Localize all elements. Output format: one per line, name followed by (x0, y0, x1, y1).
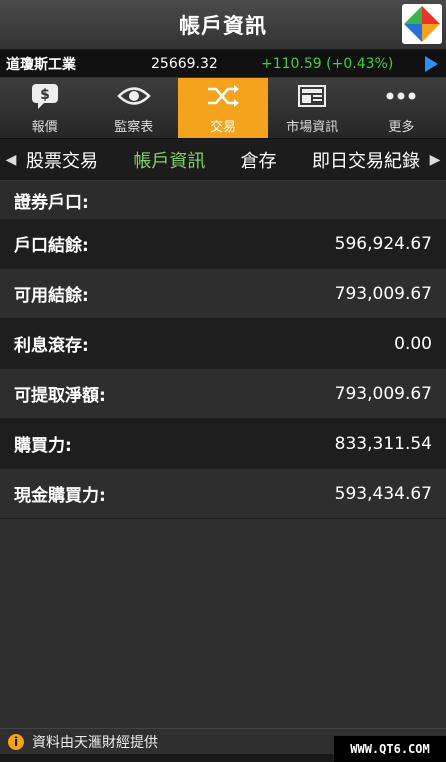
footer-text: 資料由天滙財經提供 (32, 734, 158, 751)
play-icon[interactable] (425, 55, 438, 72)
account-summary-list: 戶口結餘: 596,924.67 可用結餘: 793,009.67 利息滾存: … (0, 219, 446, 519)
row-available-balance: 可用結餘: 793,009.67 (0, 269, 446, 319)
row-buying-power: 購買力: 833,311.54 (0, 419, 446, 469)
tab-market-info-label: 市場資訊 (286, 120, 339, 135)
tab-trade[interactable]: 交易 (178, 78, 268, 138)
row-value: 833,311.54 (334, 433, 432, 454)
ticker-price: 25669.32 (151, 55, 218, 72)
row-accrued-interest: 利息滾存: 0.00 (0, 319, 446, 369)
tab-market-info[interactable]: 市場資訊 (268, 78, 357, 138)
row-label: 可提取淨額: (14, 386, 106, 406)
eye-icon (117, 81, 151, 111)
subnav-item-account-info[interactable]: 帳戶資訊 (133, 147, 205, 173)
watermark: WWW.QT6.COM (334, 736, 446, 762)
row-label: 戶口結餘: (14, 236, 89, 256)
index-ticker[interactable]: 道瓊斯工業 25669.32 +110.59 (+0.43%) (0, 50, 446, 78)
sub-navigation: ◀ 股票交易 帳戶資訊 倉存 即日交易紀錄 ▶ (0, 139, 446, 181)
row-withdrawable-net: 可提取淨額: 793,009.67 (0, 369, 446, 419)
tab-watchlist[interactable]: 監察表 (89, 78, 178, 138)
row-label: 購買力: (14, 436, 72, 456)
tab-trade-label: 交易 (210, 120, 237, 135)
quote-icon: $ (30, 81, 60, 111)
tab-more[interactable]: 更多 (357, 78, 446, 138)
brand-logo-icon[interactable] (402, 4, 442, 44)
row-account-balance: 戶口結餘: 596,924.67 (0, 219, 446, 269)
content-empty-area (0, 519, 446, 728)
row-value: 793,009.67 (334, 383, 432, 404)
tab-quote-label: 報價 (31, 120, 58, 135)
info-icon: i (8, 733, 24, 750)
scroll-right-icon[interactable]: ▶ (424, 152, 446, 168)
page-title: 帳戶資訊 (179, 13, 267, 38)
tab-quote[interactable]: $ 報價 (0, 78, 89, 138)
subnav-item-holdings[interactable]: 倉存 (241, 147, 277, 173)
row-value: 793,009.67 (334, 283, 432, 304)
row-value: 593,434.67 (334, 483, 432, 504)
row-value: 0.00 (394, 333, 432, 354)
ticker-change: +110.59 (+0.43%) (261, 55, 394, 72)
row-cash-buying-power: 現金購買力: 593,434.67 (0, 469, 446, 519)
title-bar: 帳戶資訊 (0, 0, 446, 50)
row-label: 可用結餘: (14, 286, 89, 306)
ticker-name: 道瓊斯工業 (6, 56, 76, 73)
shuffle-icon (206, 81, 240, 111)
row-label: 現金購買力: (14, 486, 106, 506)
tab-more-label: 更多 (388, 120, 415, 135)
subnav-item-intraday-records[interactable]: 即日交易紀錄 (312, 147, 420, 173)
row-value: 596,924.67 (334, 233, 432, 254)
scroll-left-icon[interactable]: ◀ (0, 152, 22, 168)
main-tabs: $ 報價 監察表 交易 市場資訊 更多 (0, 78, 446, 139)
subnav-item-stock-trading[interactable]: 股票交易 (26, 147, 98, 173)
section-title: 證券戶口: (0, 181, 446, 219)
tab-watchlist-label: 監察表 (114, 120, 154, 135)
row-label: 利息滾存: (14, 336, 89, 356)
more-icon (386, 81, 416, 111)
news-icon (297, 81, 327, 111)
svg-text:$: $ (40, 87, 50, 103)
